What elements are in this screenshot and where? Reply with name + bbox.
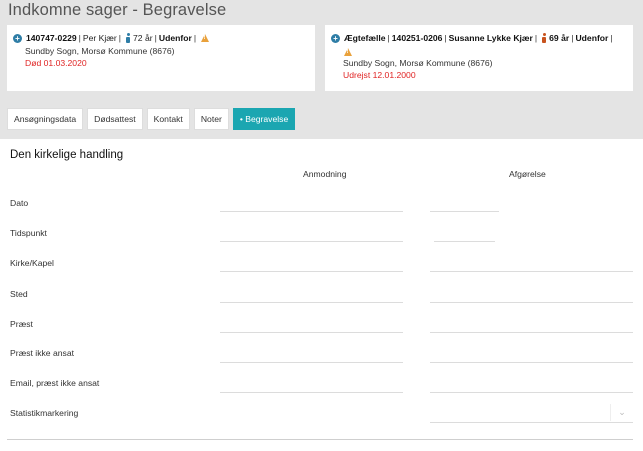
page-title: Indkomne sager - Begravelse bbox=[8, 1, 227, 19]
person-card-deceased: + 140747-0229 | Per Kjær | 72 år | Udenf… bbox=[7, 25, 315, 91]
person-summary: + Ægtefælle | 140251-0206 | Susanne Lykk… bbox=[331, 33, 615, 43]
person-status: Udenfor bbox=[575, 33, 609, 43]
tab-bar: Ansøgningsdata Dødsattest Kontakt Noter … bbox=[7, 108, 296, 130]
request-sted-field[interactable] bbox=[220, 302, 403, 303]
column-header-decision: Afgørelse bbox=[509, 169, 546, 179]
chevron-down-icon[interactable]: ⌄ bbox=[610, 404, 633, 421]
expand-plus-icon[interactable]: + bbox=[13, 33, 22, 43]
person-parish: Sundby Sogn, Morsø Kommune (8676) bbox=[343, 58, 493, 68]
row-label-sted: Sted bbox=[10, 289, 28, 299]
request-dato-field[interactable] bbox=[220, 211, 403, 212]
decision-tidspunkt-field[interactable] bbox=[434, 241, 495, 242]
decision-praest-field[interactable] bbox=[430, 332, 633, 333]
person-note: Udrejst 12.01.2000 bbox=[343, 70, 416, 80]
tab-noter[interactable]: Noter bbox=[193, 108, 229, 130]
tab-begravelse[interactable]: Begravelse bbox=[232, 108, 296, 130]
person-id: 140747-0229 bbox=[26, 33, 77, 43]
decision-praest-ikke-ansat-field[interactable] bbox=[430, 362, 633, 363]
decision-email-field[interactable] bbox=[430, 392, 633, 393]
decision-statistik-select[interactable] bbox=[430, 422, 633, 423]
person-name: Per Kjær bbox=[82, 33, 117, 43]
person-note: Død 01.03.2020 bbox=[25, 58, 87, 68]
warning-icon bbox=[344, 48, 352, 56]
request-kirke-field[interactable] bbox=[220, 271, 403, 272]
row-label-statistikmarkering: Statistikmarkering bbox=[10, 408, 79, 418]
decision-dato-field[interactable] bbox=[430, 211, 499, 212]
row-label-praest-ikke-ansat: Præst ikke ansat bbox=[10, 348, 74, 358]
request-praest-ikke-ansat-field[interactable] bbox=[220, 362, 403, 363]
column-header-request: Anmodning bbox=[303, 169, 347, 179]
person-parish: Sundby Sogn, Morsø Kommune (8676) bbox=[25, 46, 175, 56]
person-name: Susanne Lykke Kjær bbox=[448, 33, 533, 43]
row-label-kirke-kapel: Kirke/Kapel bbox=[10, 258, 54, 268]
row-label-dato: Dato bbox=[10, 198, 29, 208]
request-praest-field[interactable] bbox=[220, 332, 403, 333]
male-person-icon bbox=[125, 33, 131, 43]
row-label-email-praest: Email, præst ikke ansat bbox=[10, 378, 100, 388]
person-summary: + 140747-0229 | Per Kjær | 72 år | Udenf… bbox=[13, 33, 210, 43]
person-age: 69 år bbox=[549, 33, 570, 43]
expand-plus-icon[interactable]: + bbox=[331, 33, 340, 43]
relation-label: Ægtefælle bbox=[344, 33, 386, 43]
request-email-field[interactable] bbox=[220, 392, 403, 393]
female-person-icon bbox=[541, 33, 547, 43]
tab-doedsattest[interactable]: Dødsattest bbox=[87, 108, 143, 130]
row-label-tidspunkt: Tidspunkt bbox=[10, 228, 47, 238]
tab-ansoegningsdata[interactable]: Ansøgningsdata bbox=[7, 108, 84, 130]
person-id: 140251-0206 bbox=[391, 33, 443, 43]
warning-icon bbox=[201, 34, 210, 42]
person-card-spouse: + Ægtefælle | 140251-0206 | Susanne Lykk… bbox=[325, 25, 633, 91]
header-area: Indkomne sager - Begravelse + 140747-022… bbox=[0, 0, 643, 139]
person-status: Udenfor bbox=[158, 33, 192, 43]
row-label-praest: Præst bbox=[10, 319, 33, 329]
request-tidspunkt-field[interactable] bbox=[220, 241, 403, 242]
divider bbox=[7, 439, 633, 440]
decision-sted-field[interactable] bbox=[430, 302, 633, 303]
decision-kirke-field[interactable] bbox=[430, 271, 633, 272]
tab-kontakt[interactable]: Kontakt bbox=[146, 108, 190, 130]
section-title: Den kirkelige handling bbox=[10, 149, 124, 161]
person-age: 72 år bbox=[133, 33, 153, 43]
